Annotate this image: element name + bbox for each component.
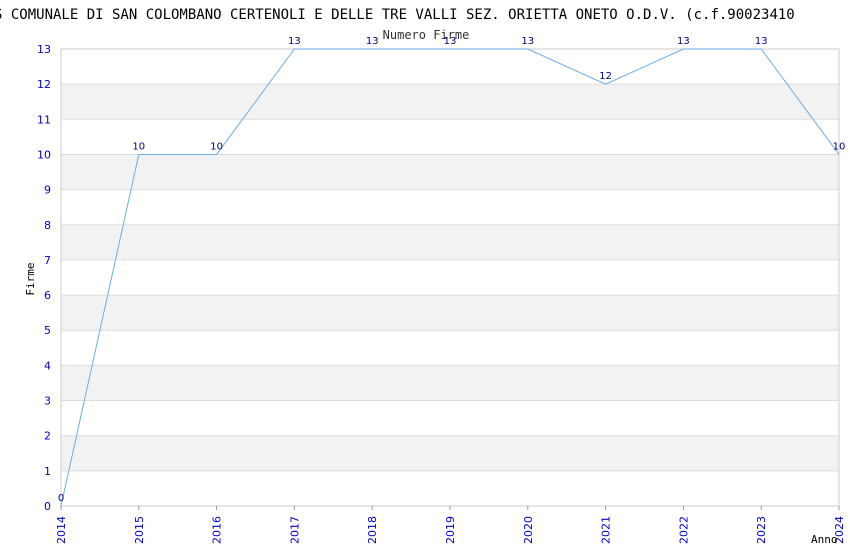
y-tick-label: 8: [44, 219, 51, 232]
y-tick-label: 7: [44, 254, 51, 267]
grid-band: [61, 154, 839, 190]
y-tick-label: 12: [37, 78, 51, 91]
plot-background: [61, 84, 839, 471]
grid-band: [61, 365, 839, 401]
x-tick-label: 2014: [55, 516, 68, 544]
x-tick-label: 2020: [522, 516, 535, 544]
data-label: 10: [833, 141, 846, 152]
data-label: 13: [288, 36, 301, 47]
chart-subtitle: Numero Firme: [383, 28, 470, 42]
y-tick-label: 3: [44, 395, 51, 408]
y-tick-label: 11: [37, 113, 51, 126]
x-tick-label: 2022: [677, 516, 690, 544]
data-label: 13: [366, 36, 379, 47]
y-axis-label: Firme: [24, 262, 37, 295]
data-label: 12: [599, 71, 612, 82]
grid-band: [61, 435, 839, 471]
data-label: 10: [210, 141, 223, 152]
x-axis-label: Anno: [811, 533, 838, 546]
data-label: 13: [677, 36, 690, 47]
y-tick-label: 13: [37, 43, 51, 56]
y-tick-label: 5: [44, 324, 51, 337]
y-tick-label: 10: [37, 148, 51, 161]
data-label: 0: [58, 493, 64, 504]
y-tick-label: 2: [44, 430, 51, 443]
grid-band: [61, 224, 839, 260]
grid-band: [61, 84, 839, 120]
y-tick-label: 1: [44, 465, 51, 478]
y-tick-label: 0: [44, 500, 51, 513]
y-tick-label: 9: [44, 184, 51, 197]
y-axis-ticks: 012345678910111213: [37, 43, 51, 513]
data-label: 10: [132, 141, 145, 152]
y-tick-label: 4: [44, 359, 51, 372]
x-tick-label: 2021: [600, 516, 613, 544]
x-tick-label: 2023: [755, 516, 768, 544]
x-tick-label: 2016: [211, 516, 224, 544]
data-label: 13: [521, 36, 534, 47]
x-tick-label: 2018: [366, 516, 379, 544]
grid-band: [61, 295, 839, 331]
data-label: 13: [755, 36, 768, 47]
x-tick-label: 2017: [288, 516, 301, 544]
x-tick-label: 2015: [133, 516, 146, 544]
x-axis-ticks: 2014 2015 2016 2017 2018 2019 2020 2021 2022 2023…: [55, 506, 846, 544]
line-chart: 012345678910111213 2014 2015 2016 2017 2018 2…: [0, 7, 846, 546]
y-tick-label: 6: [44, 289, 51, 302]
chart-title: S COMUNALE DI SAN COLOMBANO CERTENOLI E …: [0, 7, 795, 23]
x-tick-label: 2019: [444, 516, 457, 544]
